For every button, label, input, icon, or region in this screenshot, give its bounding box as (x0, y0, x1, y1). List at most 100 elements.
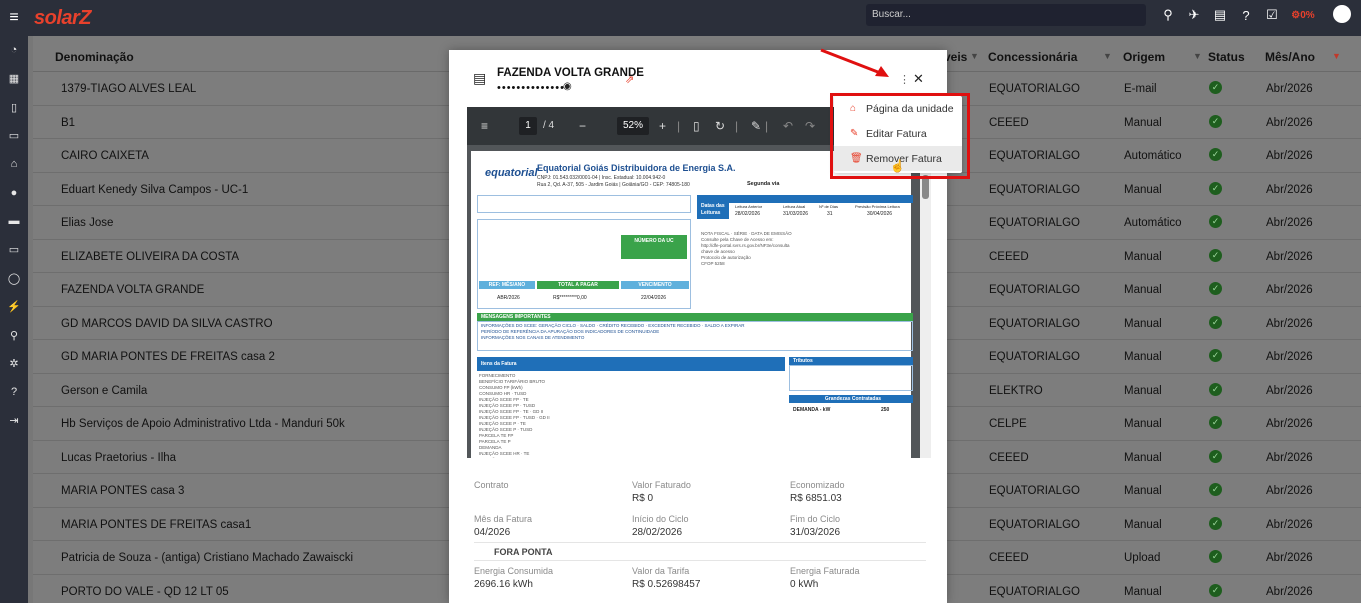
pdf-zoom-input[interactable]: 52% (617, 117, 649, 135)
hamburger-menu-icon[interactable]: ≡ (0, 0, 28, 36)
more-options-icon[interactable]: ⋮ (899, 73, 910, 86)
row-denominacao: FAZENDA VOLTA GRANDE (61, 284, 205, 296)
bill-items-header: Itens da Fatura (477, 357, 785, 371)
pdf-scrollbar[interactable] (920, 145, 931, 458)
bill-numero-uc-label: NÚMERO DA UC (634, 238, 674, 244)
valor-tarifa: R$ 0.52698457 (632, 579, 701, 590)
announcement-icon[interactable]: ▤ (1207, 0, 1233, 30)
row-origem: Manual (1124, 418, 1162, 430)
filter-icon[interactable]: ▼ (970, 51, 979, 61)
row-origem: Manual (1124, 485, 1162, 497)
dashboard-icon[interactable]: ◔ (0, 36, 28, 65)
external-link-icon[interactable]: ⇗ (625, 73, 634, 86)
bill-vencimento-header: VENCIMENTO (621, 281, 689, 289)
row-concessionaria: CEEED (989, 451, 1029, 464)
invoices-icon[interactable]: ▦ (0, 65, 28, 94)
bill-class-box (477, 195, 691, 213)
pdf-page-input[interactable]: 1 (519, 117, 537, 135)
header-denominacao[interactable]: Denominação (55, 50, 134, 64)
search-input[interactable]: Buscar... (866, 4, 1146, 26)
brand-logo[interactable]: solarZ (34, 7, 92, 30)
user-icon[interactable]: ● (0, 179, 28, 208)
fim-ciclo-label: Fim do Ciclo (790, 514, 841, 524)
bill-tributos-header: Tributos (789, 357, 913, 365)
row-denominacao: GD MARCOS DAVID DA SILVA CASTRO (61, 317, 273, 330)
bill-notes: NOTA FISCAL · SÉRIE · DATA DE EMISSÃO Con… (701, 231, 792, 266)
bill-grandezas-header: Grandezas Contratadas (789, 395, 913, 403)
bill-total-value: R$*********0,00 (553, 295, 587, 301)
undo-icon[interactable]: ↶ (783, 119, 793, 133)
bill-total-header: TOTAL A PAGAR (537, 281, 619, 289)
row-denominacao: Hb Serviços de Apoio Administrativo Ltda… (61, 418, 345, 430)
row-concessionaria: EQUATORIALGO (989, 585, 1080, 598)
mes-fatura-label: Mês da Fatura (474, 514, 533, 524)
rotate-icon[interactable]: ↻ (715, 119, 725, 133)
header-status[interactable]: Status (1208, 50, 1245, 64)
row-denominacao: Gerson e Camila (61, 384, 148, 397)
fit-page-icon[interactable]: ▯ (693, 119, 700, 133)
search-plus-icon[interactable]: ⚲ (0, 321, 28, 350)
top-bar: ≡ solarZ Buscar... ⚲ ✈ ▤ ? ☑ ⚙ 0% (0, 0, 1361, 36)
notifications-off-icon[interactable]: ✈ (1181, 0, 1207, 30)
row-mes-ano: Abr/2026 (1266, 485, 1313, 497)
bill-proxima-label: Previsão Próxima Leitura (855, 204, 900, 209)
header-concessionaria[interactable]: Concessionária (988, 50, 1077, 64)
row-mes-ano: Abr/2026 (1266, 518, 1313, 531)
search-icon[interactable]: ⚲ (1155, 0, 1181, 30)
row-origem: Manual (1124, 384, 1162, 397)
divider (474, 542, 926, 543)
valor-tarifa-label: Valor da Tarifa (632, 566, 690, 576)
economizado-label: Economizado (790, 480, 845, 490)
money-icon[interactable]: ▭ (0, 122, 28, 151)
row-origem: Automático (1124, 217, 1182, 229)
logout-icon[interactable]: ⇥ (0, 407, 28, 436)
progress-percent: 0% (1300, 9, 1315, 21)
home-icon[interactable]: ⌂ (0, 150, 28, 179)
redo-icon[interactable]: ↷ (805, 119, 815, 133)
row-concessionaria: ELEKTRO (989, 384, 1043, 397)
zoom-in-icon[interactable]: + (659, 119, 666, 133)
whatsapp-icon[interactable]: ◯ (0, 264, 28, 293)
status-ok-icon: ✓ (1209, 449, 1222, 463)
mes-fatura: 04/2026 (474, 527, 511, 538)
separator: | (765, 119, 769, 133)
help-icon[interactable]: ? (1233, 0, 1259, 30)
settings-icon[interactable]: ✲ (0, 350, 28, 379)
row-origem: Manual (1124, 317, 1162, 330)
document-icon[interactable]: ▯ (0, 93, 28, 122)
annotate-icon[interactable]: ✎ (751, 119, 761, 133)
status-ok-icon: ✓ (1209, 583, 1222, 597)
header-origem[interactable]: Origem (1123, 50, 1165, 64)
help-icon[interactable]: ? (0, 378, 28, 407)
credit-card-icon[interactable]: ▭ (0, 236, 28, 265)
bill-cnpj: CNPJ: 01.543.032/0001-04 | Insc. Estadua… (537, 175, 666, 181)
row-concessionaria: EQUATORIALGO (989, 485, 1080, 497)
zoom-out-icon[interactable]: − (579, 119, 586, 133)
bill-company: Equatorial Goiás Distribuidora de Energi… (537, 163, 736, 173)
row-concessionaria: EQUATORIALGO (989, 317, 1080, 330)
row-mes-ano: Abr/2026 (1266, 451, 1313, 464)
avatar[interactable] (1333, 5, 1351, 23)
filter-icon[interactable]: ▼ (1193, 51, 1202, 61)
bill-ref-value: ABR/2026 (497, 295, 520, 301)
card-icon[interactable]: ▬ (0, 207, 28, 236)
plug-icon[interactable]: ⚡ (0, 293, 28, 322)
valor-faturado: R$ 0 (632, 493, 654, 504)
close-icon[interactable]: ✕ (913, 71, 924, 87)
row-concessionaria: EQUATORIALGO (989, 150, 1080, 162)
checklist-icon[interactable]: ☑ (1259, 0, 1285, 30)
filter-icon[interactable]: ▼ (1103, 51, 1112, 61)
header-veis[interactable]: veis (944, 50, 967, 64)
filter-active-icon[interactable]: ▼ (1332, 51, 1341, 61)
pdf-viewport[interactable]: equatorial Equatorial Goiás Distribuidor… (467, 145, 931, 458)
row-denominacao: MARIA PONTES casa 3 (61, 485, 185, 497)
row-mes-ano: Abr/2026 (1266, 150, 1313, 162)
pdf-menu-icon[interactable]: ≡ (481, 119, 488, 133)
row-mes-ano: Abr/2026 (1266, 284, 1313, 296)
progress-badge[interactable]: ⚙ 0% (1285, 10, 1321, 21)
row-denominacao: Patricia de Souza - (antiga) Cristiano M… (61, 552, 354, 564)
row-denominacao: MARIA PONTES DE FREITAS casa1 (61, 518, 252, 531)
row-mes-ano: Abr/2026 (1266, 585, 1313, 598)
eye-icon[interactable]: ◉ (563, 81, 572, 92)
header-mes-ano[interactable]: Mês/Ano (1265, 50, 1315, 64)
